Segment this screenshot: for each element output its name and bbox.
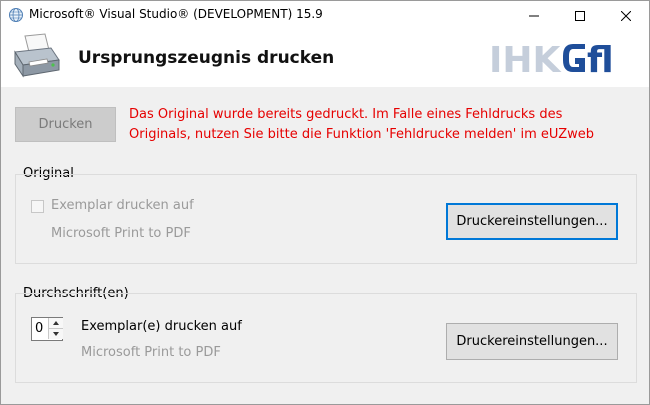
title-bar[interactable]: Microsoft® Visual Studio® (DEVELOPMENT) … <box>1 1 649 30</box>
copies-label: Exemplar(e) drucken auf <box>81 319 242 334</box>
copies-printer-settings-button[interactable]: Druckereinstellungen... <box>446 323 618 360</box>
print-button[interactable]: Drucken <box>15 107 116 142</box>
original-checkbox-label: Exemplar drucken auf <box>51 198 194 213</box>
ihk-gfi-logo: IHK fl <box>489 38 634 81</box>
original-printer-name: Microsoft Print to PDF <box>51 226 191 241</box>
stepper-up-button[interactable] <box>48 318 63 329</box>
maximize-button[interactable] <box>557 1 603 30</box>
warning-line-2: Originals, nutzen Sie bitte die Funktion… <box>129 127 594 142</box>
svg-text:IHK: IHK <box>489 40 562 78</box>
warning-message: Das Original wurde bereits gedruckt. Im … <box>129 105 629 145</box>
globe-icon <box>9 8 23 22</box>
original-print-checkbox[interactable] <box>31 200 44 213</box>
dialog-window: Microsoft® Visual Studio® (DEVELOPMENT) … <box>0 0 650 405</box>
copies-stepper[interactable]: 0 <box>31 317 63 341</box>
svg-text:fl: fl <box>587 40 614 78</box>
stepper-down-button[interactable] <box>48 329 63 339</box>
printer-icon <box>14 33 60 78</box>
arrow-up-icon <box>53 321 59 325</box>
copies-printer-name: Microsoft Print to PDF <box>81 345 221 360</box>
arrow-down-icon <box>53 332 59 336</box>
original-printer-settings-button[interactable]: Druckereinstellungen... <box>446 203 618 240</box>
page-title: Ursprungszeugnis drucken <box>78 48 335 68</box>
maximize-icon <box>575 10 585 21</box>
window-title: Microsoft® Visual Studio® (DEVELOPMENT) … <box>29 7 323 21</box>
copies-count: 0 <box>35 321 44 336</box>
minimize-button[interactable] <box>511 1 557 30</box>
warning-line-1: Das Original wurde bereits gedruckt. Im … <box>129 107 563 122</box>
close-button[interactable] <box>603 1 649 30</box>
g-logo-mark <box>563 44 585 72</box>
close-icon <box>621 10 631 21</box>
minimize-icon <box>529 15 539 16</box>
dialog-header: Ursprungszeugnis drucken IHK fl <box>1 30 649 87</box>
